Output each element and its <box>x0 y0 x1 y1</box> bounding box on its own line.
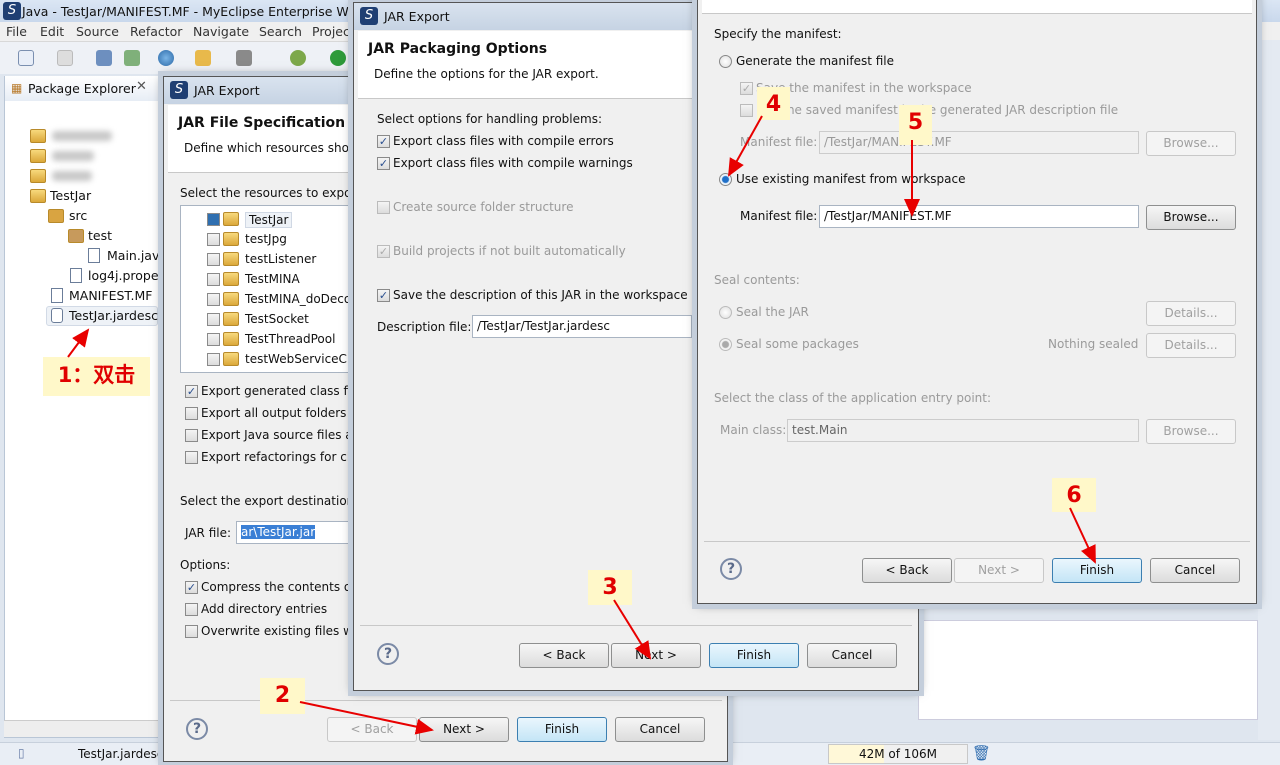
arrow-3 <box>613 599 652 660</box>
annotation-arrows <box>67 115 1096 735</box>
arrow-4 <box>728 115 763 177</box>
arrow-2 <box>299 701 434 735</box>
arrow-1 <box>67 328 90 358</box>
arrow-6 <box>1069 507 1096 564</box>
